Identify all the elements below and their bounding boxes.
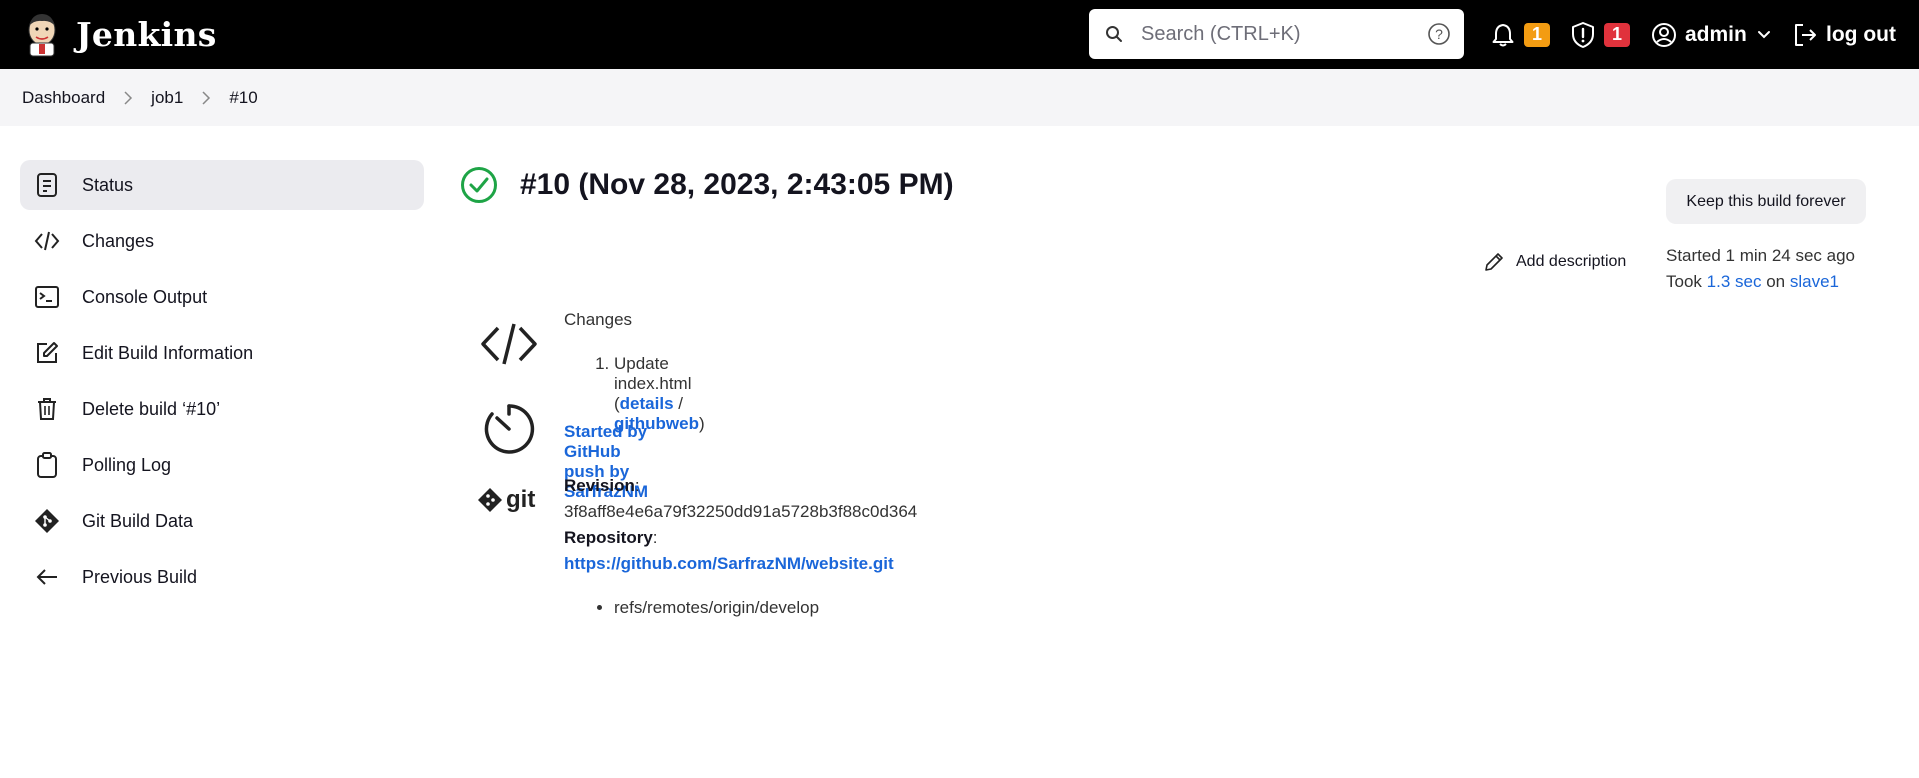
page-title: #10 (Nov 28, 2023, 2:43:05 PM) (520, 168, 954, 201)
sidebar-item-label: Changes (82, 230, 155, 251)
took-label: Took (1666, 272, 1702, 291)
success-check-icon (461, 167, 497, 203)
repository-label: Repository (564, 528, 653, 547)
logout-icon (1795, 23, 1816, 46)
search-icon (1106, 26, 1122, 42)
chevron-right-icon (124, 90, 133, 105)
search-input[interactable] (1141, 19, 1411, 49)
sidebar-item-git-build-data[interactable]: Git Build Data (20, 496, 424, 546)
clipboard-icon (34, 452, 60, 478)
chevron-right-icon (202, 90, 211, 105)
search-box[interactable]: ? (1089, 9, 1464, 59)
sidebar-item-label: Polling Log (82, 454, 172, 475)
notifications-badge: 1 (1524, 22, 1550, 47)
user-menu[interactable]: admin (1651, 0, 1771, 69)
git-icon (34, 508, 60, 534)
help-icon[interactable]: ? (1427, 22, 1451, 46)
build-meta: Started 1 min 24 sec ago Took 1.3 sec on… (1666, 243, 1855, 295)
repository-link[interactable]: https://github.com/SarfrazNM/website.git (564, 554, 894, 573)
sidebar-item-label: Status (82, 174, 134, 195)
sidebar-item-label: Delete build ‘#10’ (82, 398, 221, 419)
build-title-row: #10 (Nov 28, 2023, 2:43:05 PM) (460, 166, 954, 204)
on-label: on (1766, 272, 1786, 291)
trash-icon (34, 396, 60, 422)
sidebar-item-label: Edit Build Information (82, 342, 254, 363)
refs-list: refs/remotes/origin/develop (564, 595, 917, 621)
add-description-label: Add description (1516, 253, 1627, 270)
started-time: Started 1 min 24 sec ago (1666, 246, 1856, 265)
git-body: Revision: 3f8aff8e4e6a79f32250dd91a5728b… (564, 473, 917, 621)
timer-icon (484, 404, 535, 454)
revision-label: Revision (564, 476, 635, 495)
chevron-down-icon (1757, 30, 1770, 38)
sidebar-item-polling-log[interactable]: Polling Log (20, 440, 424, 490)
revision-hash: 3f8aff8e4e6a79f32250dd91a5728b3f88c0d364 (564, 502, 918, 521)
git-logo-icon: git (478, 486, 535, 513)
build-duration-line: Took 1.3 sec on slave1 (1666, 269, 1855, 295)
username: admin (1685, 22, 1747, 46)
sidebar-item-delete-build[interactable]: Delete build ‘#10’ (20, 384, 424, 434)
details-link[interactable]: details (620, 394, 674, 413)
duration-link[interactable]: 1.3 sec (1707, 272, 1762, 291)
sidebar: Status Changes Console Output Edit Build… (20, 160, 424, 608)
status-icon (34, 172, 60, 198)
sidebar-item-label: Git Build Data (82, 510, 194, 531)
sidebar-item-label: Previous Build (82, 566, 198, 587)
arrow-left-icon (34, 564, 60, 590)
revision-line: Revision: 3f8aff8e4e6a79f32250dd91a5728b… (564, 476, 918, 521)
app-title: Jenkins (76, 14, 217, 54)
user-avatar-icon (1652, 22, 1676, 47)
bell-icon (1492, 23, 1514, 46)
breadcrumb-dashboard[interactable]: Dashboard (22, 88, 105, 108)
sidebar-item-label: Console Output (82, 286, 208, 307)
agent-link[interactable]: slave1 (1790, 272, 1839, 291)
changes-heading: Changes (564, 310, 633, 329)
breadcrumb-build-10[interactable]: #10 (229, 88, 257, 108)
changes-body: Changes Update index.html (details / git… (564, 310, 705, 434)
sidebar-item-previous-build[interactable]: Previous Build (20, 552, 424, 602)
add-description-button[interactable]: Add description (1484, 252, 1626, 272)
jenkins-logo-link[interactable]: Jenkins (22, 10, 217, 58)
sidebar-item-console-output[interactable]: Console Output (20, 272, 424, 322)
svg-text:git: git (506, 486, 535, 513)
logout-label: log out (1826, 22, 1896, 46)
code-icon (34, 228, 60, 254)
shield-icon (1572, 21, 1594, 48)
keep-build-forever-button[interactable]: Keep this build forever (1666, 179, 1866, 224)
breadcrumb: Dashboard job1 #10 (0, 69, 1919, 126)
pencil-icon (1485, 253, 1503, 271)
terminal-icon (34, 284, 60, 310)
jenkins-logo-icon (28, 14, 56, 57)
svg-text:?: ? (1435, 26, 1443, 42)
edit-icon (34, 340, 60, 366)
list-item: refs/remotes/origin/develop (614, 595, 917, 621)
logout-button[interactable]: log out (1792, 0, 1896, 69)
security-button[interactable]: 1 (1570, 0, 1630, 69)
notifications-button[interactable]: 1 (1490, 0, 1550, 69)
security-badge: 1 (1604, 22, 1630, 47)
top-header: Jenkins ? 1 1 admin (0, 0, 1919, 69)
sidebar-item-edit-build-information[interactable]: Edit Build Information (20, 328, 424, 378)
code-icon (481, 323, 537, 365)
sidebar-item-changes[interactable]: Changes (20, 216, 424, 266)
repository-line: Repository: https://github.com/SarfrazNM… (564, 528, 894, 573)
breadcrumb-job1[interactable]: job1 (151, 88, 183, 108)
change-message: Update index.html (614, 354, 692, 393)
sidebar-item-status[interactable]: Status (20, 160, 424, 210)
